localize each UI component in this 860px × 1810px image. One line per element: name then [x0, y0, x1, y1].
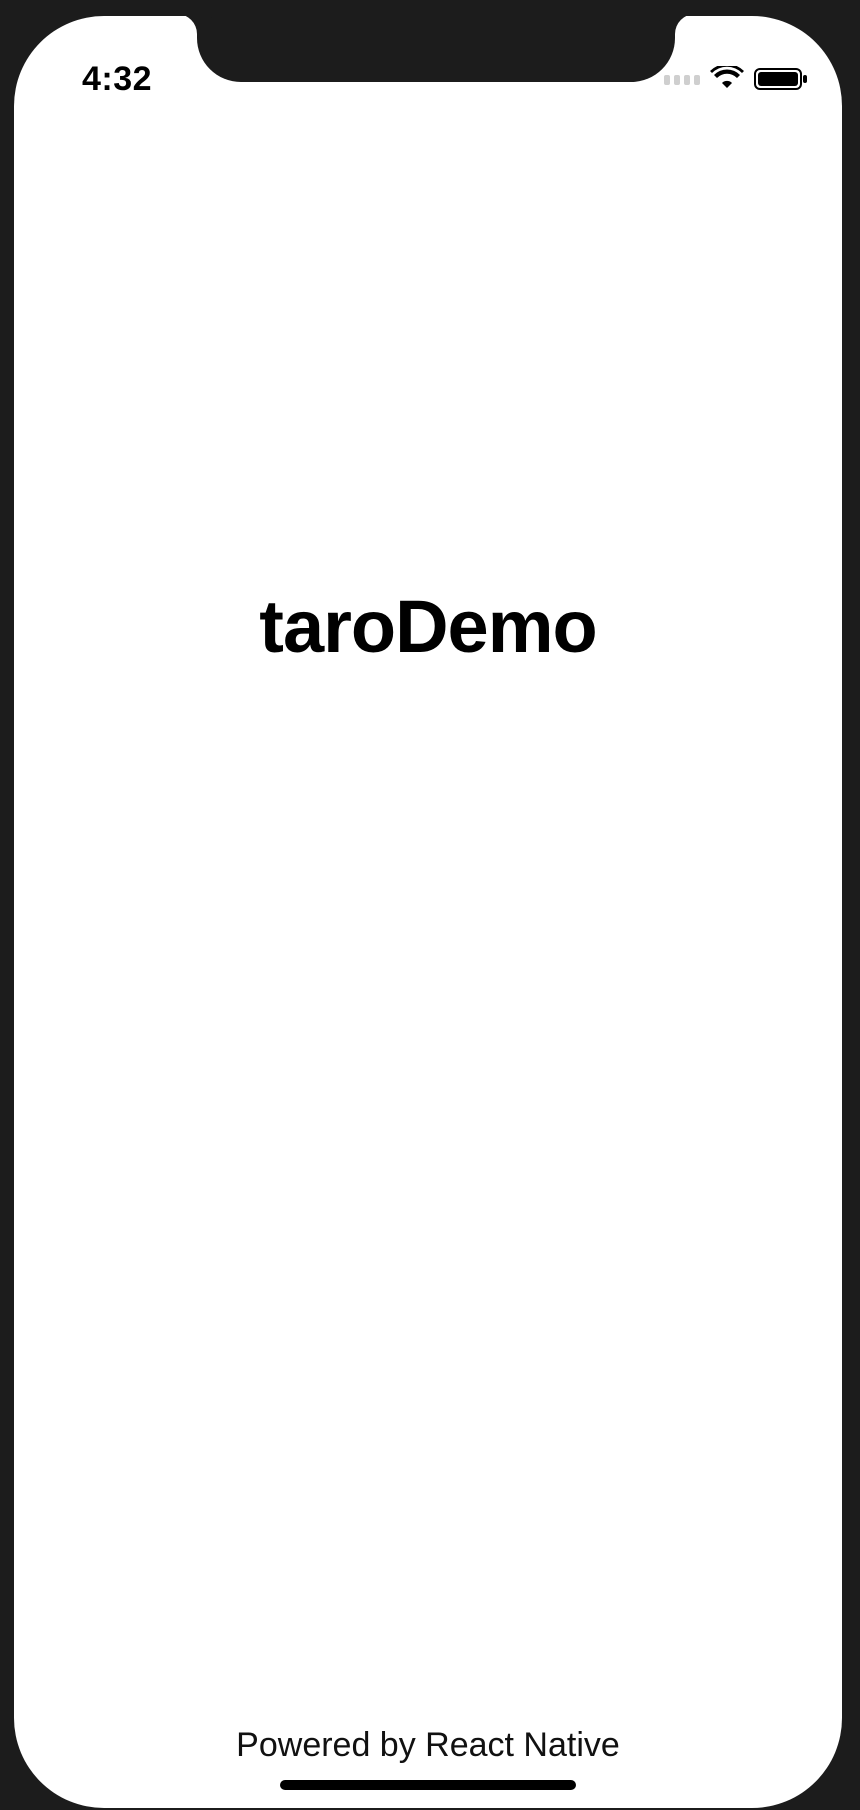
- cellular-signal-icon: [664, 73, 700, 85]
- status-icons: [664, 66, 808, 92]
- app-screen: 4:32 taroDemo Powered by React Native: [14, 16, 842, 1808]
- device-notch: [197, 16, 675, 82]
- device-frame: 4:32 taroDemo Powered by React Native: [0, 0, 860, 1810]
- battery-icon: [754, 66, 808, 92]
- wifi-icon: [710, 66, 744, 92]
- home-indicator[interactable]: [280, 1780, 576, 1790]
- app-title: taroDemo: [259, 585, 597, 668]
- powered-by-text: Powered by React Native: [236, 1726, 620, 1764]
- status-time: 4:32: [82, 60, 153, 98]
